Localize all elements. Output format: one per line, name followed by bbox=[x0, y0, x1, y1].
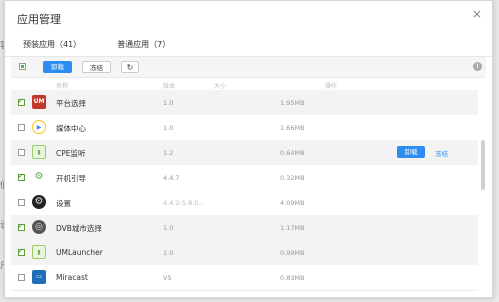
um-icon: UM bbox=[32, 95, 46, 109]
row-checkbox[interactable] bbox=[18, 124, 25, 131]
settings-gear-icon: ⚙ bbox=[32, 195, 46, 209]
tab-bar: 预装应用（41） 普通应用（7） bbox=[18, 39, 170, 58]
dvb-icon: ◎ bbox=[32, 220, 46, 234]
app-size: 0.83MB bbox=[280, 274, 305, 282]
table-row[interactable]: ⚙ 设置 4.4.2-5.8.0... 4.09MB bbox=[11, 190, 478, 216]
app-name: 设置 bbox=[56, 199, 71, 208]
row-checkbox[interactable] bbox=[18, 222, 25, 231]
app-version: 1.2 bbox=[163, 149, 174, 157]
select-all-checkbox[interactable] bbox=[19, 63, 26, 70]
row-uninstall-button[interactable]: 卸载 bbox=[397, 146, 425, 158]
miracast-icon: ▭ bbox=[32, 270, 46, 284]
android-folder-icon: ▮ bbox=[32, 145, 46, 159]
info-icon[interactable]: ! bbox=[473, 62, 482, 71]
app-version: 4.4.2-5.8.0... bbox=[163, 199, 205, 207]
row-checkbox[interactable] bbox=[18, 172, 25, 181]
tab-preinstalled-apps[interactable]: 预装应用（41） bbox=[18, 39, 86, 58]
row-checkbox[interactable] bbox=[18, 199, 25, 206]
column-action: 操作 bbox=[325, 83, 338, 90]
table-row[interactable]: ▮ CPE监听 1.2 0.64MB 卸载 冻结 bbox=[11, 140, 478, 166]
column-name: 名称 bbox=[56, 83, 69, 90]
app-version: 4.4.7 bbox=[163, 174, 180, 182]
table-row[interactable]: ⚙ 开机引导 4.4.7 0.32MB bbox=[11, 165, 478, 191]
uninstall-button[interactable]: 卸载 bbox=[43, 61, 72, 73]
app-size: 4.09MB bbox=[280, 199, 305, 207]
android-gear-icon: ⚙ bbox=[32, 170, 46, 184]
column-version: 版本 bbox=[163, 83, 176, 90]
app-size: 0.64MB bbox=[280, 149, 305, 157]
row-checkbox[interactable] bbox=[18, 149, 25, 156]
app-size: 0.32MB bbox=[280, 174, 305, 182]
table-row[interactable]: ◎ DVB城市选择 1.0 1.17MB bbox=[11, 215, 478, 241]
app-name: DVB城市选择 bbox=[56, 224, 102, 233]
app-version: V5 bbox=[163, 274, 172, 282]
app-name: CPE监听 bbox=[56, 149, 86, 158]
row-checkbox[interactable] bbox=[18, 247, 25, 256]
app-manager-dialog: 应用管理 × 预装应用（41） 普通应用（7） 卸载 冻结 ↻ ! 名称 版本 … bbox=[4, 0, 493, 298]
app-size: 0.99MB bbox=[280, 249, 305, 257]
play-icon: ▶ bbox=[32, 120, 46, 134]
dialog-title: 应用管理 bbox=[17, 13, 61, 26]
app-name: 平台选择 bbox=[56, 99, 86, 108]
app-version: 1.0 bbox=[163, 124, 174, 132]
app-name: 媒体中心 bbox=[56, 124, 86, 133]
app-name: UMLauncher bbox=[56, 248, 103, 257]
row-checkbox[interactable] bbox=[18, 274, 25, 281]
app-name: 开机引导 bbox=[56, 174, 86, 183]
toolbar: 卸载 冻结 ↻ ! bbox=[11, 57, 486, 78]
row-freeze-link[interactable]: 冻结 bbox=[435, 148, 448, 158]
freeze-button[interactable]: 冻结 bbox=[82, 61, 111, 73]
tab-normal-apps[interactable]: 普通应用（7） bbox=[117, 39, 170, 55]
app-version: 1.0 bbox=[163, 224, 174, 232]
android-icon: ▮ bbox=[32, 245, 46, 259]
table-header: 名称 版本 大小 操作 bbox=[11, 78, 486, 90]
table-row[interactable]: ▮ UMLauncher 1.0 0.99MB bbox=[11, 240, 478, 266]
table-row[interactable]: ▶ 媒体中心 1.0 1.66MB bbox=[11, 115, 478, 141]
app-size: 1.17MB bbox=[280, 224, 305, 232]
app-size: 1.95MB bbox=[280, 99, 305, 107]
app-name: Miracast bbox=[56, 273, 88, 282]
table-row[interactable]: UM 平台选择 1.0 1.95MB bbox=[11, 90, 478, 116]
scrollbar-thumb[interactable] bbox=[481, 140, 485, 190]
close-icon[interactable]: × bbox=[472, 7, 482, 21]
table-row[interactable]: ▭ Miracast V5 0.83MB bbox=[11, 265, 478, 291]
scrollbar[interactable] bbox=[480, 90, 486, 295]
refresh-icon[interactable]: ↻ bbox=[121, 61, 139, 73]
column-size: 大小 bbox=[214, 83, 227, 90]
app-size: 1.66MB bbox=[280, 124, 305, 132]
row-checkbox[interactable] bbox=[18, 97, 25, 106]
app-version: 1.0 bbox=[163, 99, 174, 107]
app-version: 1.0 bbox=[163, 249, 174, 257]
